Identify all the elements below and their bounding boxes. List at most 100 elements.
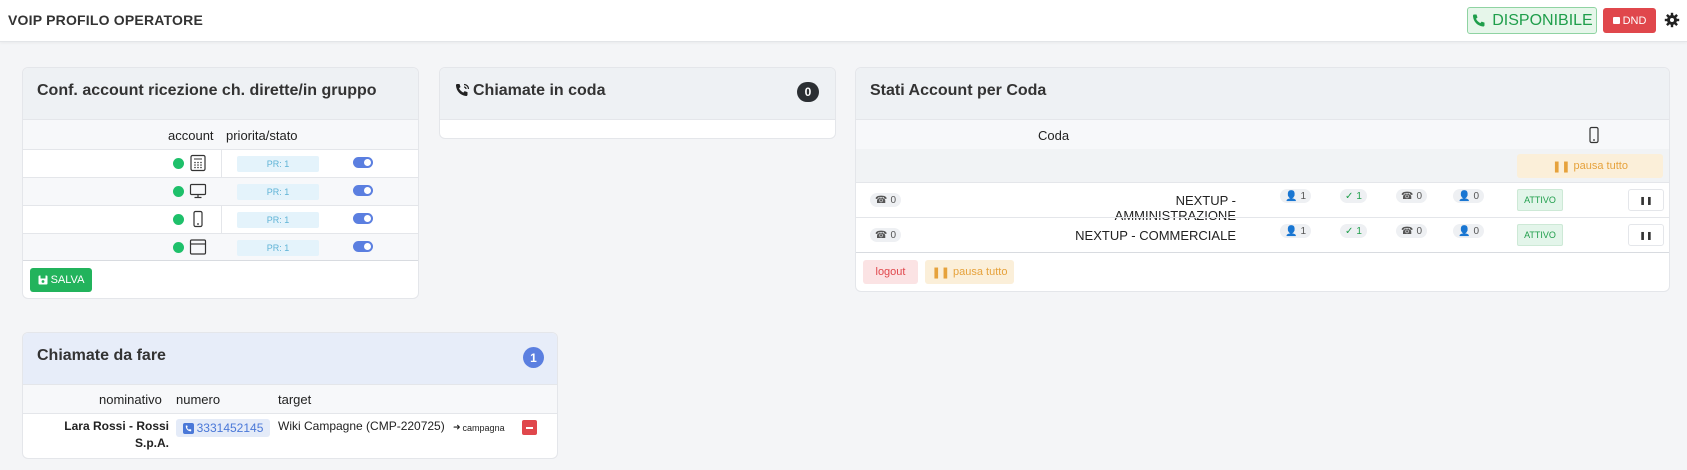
account-toggle[interactable] [353, 213, 373, 224]
nominativo-company: S.p.A. [134, 436, 169, 450]
phone-number-button[interactable]: 3331452145 [176, 419, 270, 437]
pause-icon: ❚❚ [1552, 160, 1571, 173]
user-icon: 👤 [1285, 225, 1298, 237]
chiamate-in-coda-header: Chiamate in coda 0 [440, 68, 835, 120]
busy-agents-counter: 👤 0 [1453, 224, 1485, 238]
user-icon: 👤 [1285, 190, 1298, 202]
chiamate-in-coda-title: Chiamate in coda [473, 82, 606, 99]
dnd-label: DND [1622, 14, 1647, 27]
campagna-label: campagna [462, 422, 505, 433]
account-row: PR: 1 [23, 206, 418, 233]
phone-number: 3331452145 [196, 421, 264, 435]
queue-count-badge: 0 [797, 82, 819, 102]
account-row: PR: 1 [23, 178, 418, 205]
browser-window-icon [189, 239, 207, 255]
stati-table-header: Coda [856, 120, 1669, 149]
active-calls-counter: ☎ 0 [1396, 189, 1428, 203]
phone-icon: ☎ [1401, 190, 1414, 202]
logout-label: logout [875, 266, 906, 278]
nominativo-name: Lara Rossi - Rossi [64, 419, 169, 433]
account-row: PR: 1 [23, 234, 418, 260]
queue-pause-button[interactable]: ❚❚ [1628, 224, 1664, 246]
priority-badge: PR: 1 [237, 240, 319, 256]
phone-icon: ☎ [875, 194, 888, 206]
priority-badge: PR: 1 [237, 212, 319, 228]
agents-ok-counter: ✓ 1 [1340, 189, 1367, 203]
stati-account-header: Stati Account per Coda [856, 68, 1669, 120]
account-toggle[interactable] [353, 157, 373, 168]
conf-account-header: Conf. account ricezione ch. dirette/in g… [23, 68, 418, 120]
top-bar: VOIP PROFILO OPERATORE DISPONIBILE DND [0, 0, 1687, 42]
disponibile-label: DISPONIBILE [1492, 11, 1593, 29]
footer-pausa-tutto-label: pausa tutto [953, 266, 1008, 278]
user-clock-icon: 👤 [1458, 225, 1471, 237]
target-text: Wiki Campagne (CMP-220725) [278, 419, 445, 433]
floppy-icon [38, 275, 48, 285]
agents-counter: 👤 1 [1280, 189, 1312, 203]
gear-icon[interactable] [1664, 12, 1680, 28]
pausa-tutto-label: pausa tutto [1573, 160, 1628, 172]
user-check-icon: ✓ [1345, 190, 1354, 202]
chiamate-da-fare-header: Chiamate da fare 1 [23, 333, 557, 385]
queue-calls-counter: ☎ 0 [870, 193, 902, 207]
queue-row: ☎ 0 NEXTUP - COMMERCIALE 👤 1 ✓ 1 ☎ 0 👤 0 ATTI… [856, 218, 1669, 252]
phone-icon [1473, 14, 1485, 27]
queue-status-badge: ATTIVO [1517, 224, 1563, 246]
active-calls-counter: ☎ 0 [1396, 224, 1428, 238]
priority-badge: PR: 1 [237, 156, 319, 172]
remove-button[interactable] [522, 420, 537, 435]
sign-in-icon: ➜ [453, 422, 461, 432]
col-numero: numero [176, 392, 221, 407]
phone-icon: ☎ [1401, 225, 1414, 237]
phone-volume-icon [455, 83, 470, 97]
agents-counter: 👤 1 [1280, 224, 1312, 238]
col-coda: Coda [1038, 128, 1070, 143]
user-clock-icon: 👤 [1458, 190, 1471, 202]
stati-account-title: Stati Account per Coda [870, 82, 1047, 99]
col-account: account [168, 128, 214, 143]
footer-pausa-tutto-button[interactable]: ❚❚ pausa tutto [925, 260, 1014, 284]
status-dot [173, 214, 184, 225]
monitor-icon [189, 183, 207, 199]
nominativo: Lara Rossi - Rossi S.p.A. [33, 418, 169, 452]
phone-icon: ☎ [875, 229, 888, 241]
user-check-icon: ✓ [1345, 225, 1354, 237]
col-target: target [278, 392, 312, 407]
busy-agents-counter: 👤 0 [1453, 189, 1485, 203]
conf-account-title: Conf. account ricezione ch. dirette/in g… [37, 82, 377, 99]
queue-name: NEXTUP - COMMERCIALE [1075, 228, 1236, 243]
save-label: SALVA [50, 274, 85, 286]
page-title: VOIP PROFILO OPERATORE [8, 12, 203, 28]
queue-pause-button[interactable]: ❚❚ [1628, 189, 1664, 211]
queue-status-badge: ATTIVO [1517, 189, 1563, 211]
pause-icon: ❚❚ [1639, 230, 1653, 240]
campagna-link[interactable]: ➜ campagna [453, 422, 505, 433]
chiamate-da-fare-title: Chiamate da fare [37, 347, 166, 364]
status-dot [173, 186, 184, 197]
save-button[interactable]: SALVA [30, 268, 92, 292]
queue-calls-counter: ☎ 0 [870, 228, 902, 242]
mobile-icon [193, 210, 203, 228]
pause-icon: ❚❚ [931, 266, 950, 279]
chiamate-da-fare-card: Chiamate da fare 1 nominativo numero tar… [22, 332, 558, 459]
account-row: PR: 1 [23, 150, 418, 177]
conf-account-card: Conf. account ricezione ch. dirette/in g… [22, 67, 419, 299]
agents-ok-counter: ✓ 1 [1340, 224, 1367, 238]
mobile-icon [1589, 126, 1599, 144]
status-dot [173, 158, 184, 169]
pause-icon: ❚❚ [1639, 195, 1653, 205]
logout-button[interactable]: logout [863, 260, 918, 284]
todo-count-badge: 1 [523, 347, 544, 368]
pausa-row: ❚❚ pausa tutto [856, 149, 1669, 182]
stati-account-card: Stati Account per Coda Coda ❚❚ pausa tut… [855, 67, 1670, 292]
pausa-tutto-button[interactable]: ❚❚ pausa tutto [1517, 154, 1663, 178]
col-nominativo: nominativo [99, 392, 162, 407]
chiamate-in-coda-card: Chiamate in coda 0 [439, 67, 836, 139]
account-toggle[interactable] [353, 185, 373, 196]
stop-icon [1612, 17, 1620, 24]
todo-row: Lara Rossi - Rossi S.p.A. 3331452145 Wik… [23, 414, 557, 458]
conf-table-header: account priorita/stato [23, 120, 418, 149]
account-toggle[interactable] [353, 241, 373, 252]
disponibile-button[interactable]: DISPONIBILE [1467, 7, 1597, 34]
dnd-button[interactable]: DND [1603, 8, 1656, 33]
